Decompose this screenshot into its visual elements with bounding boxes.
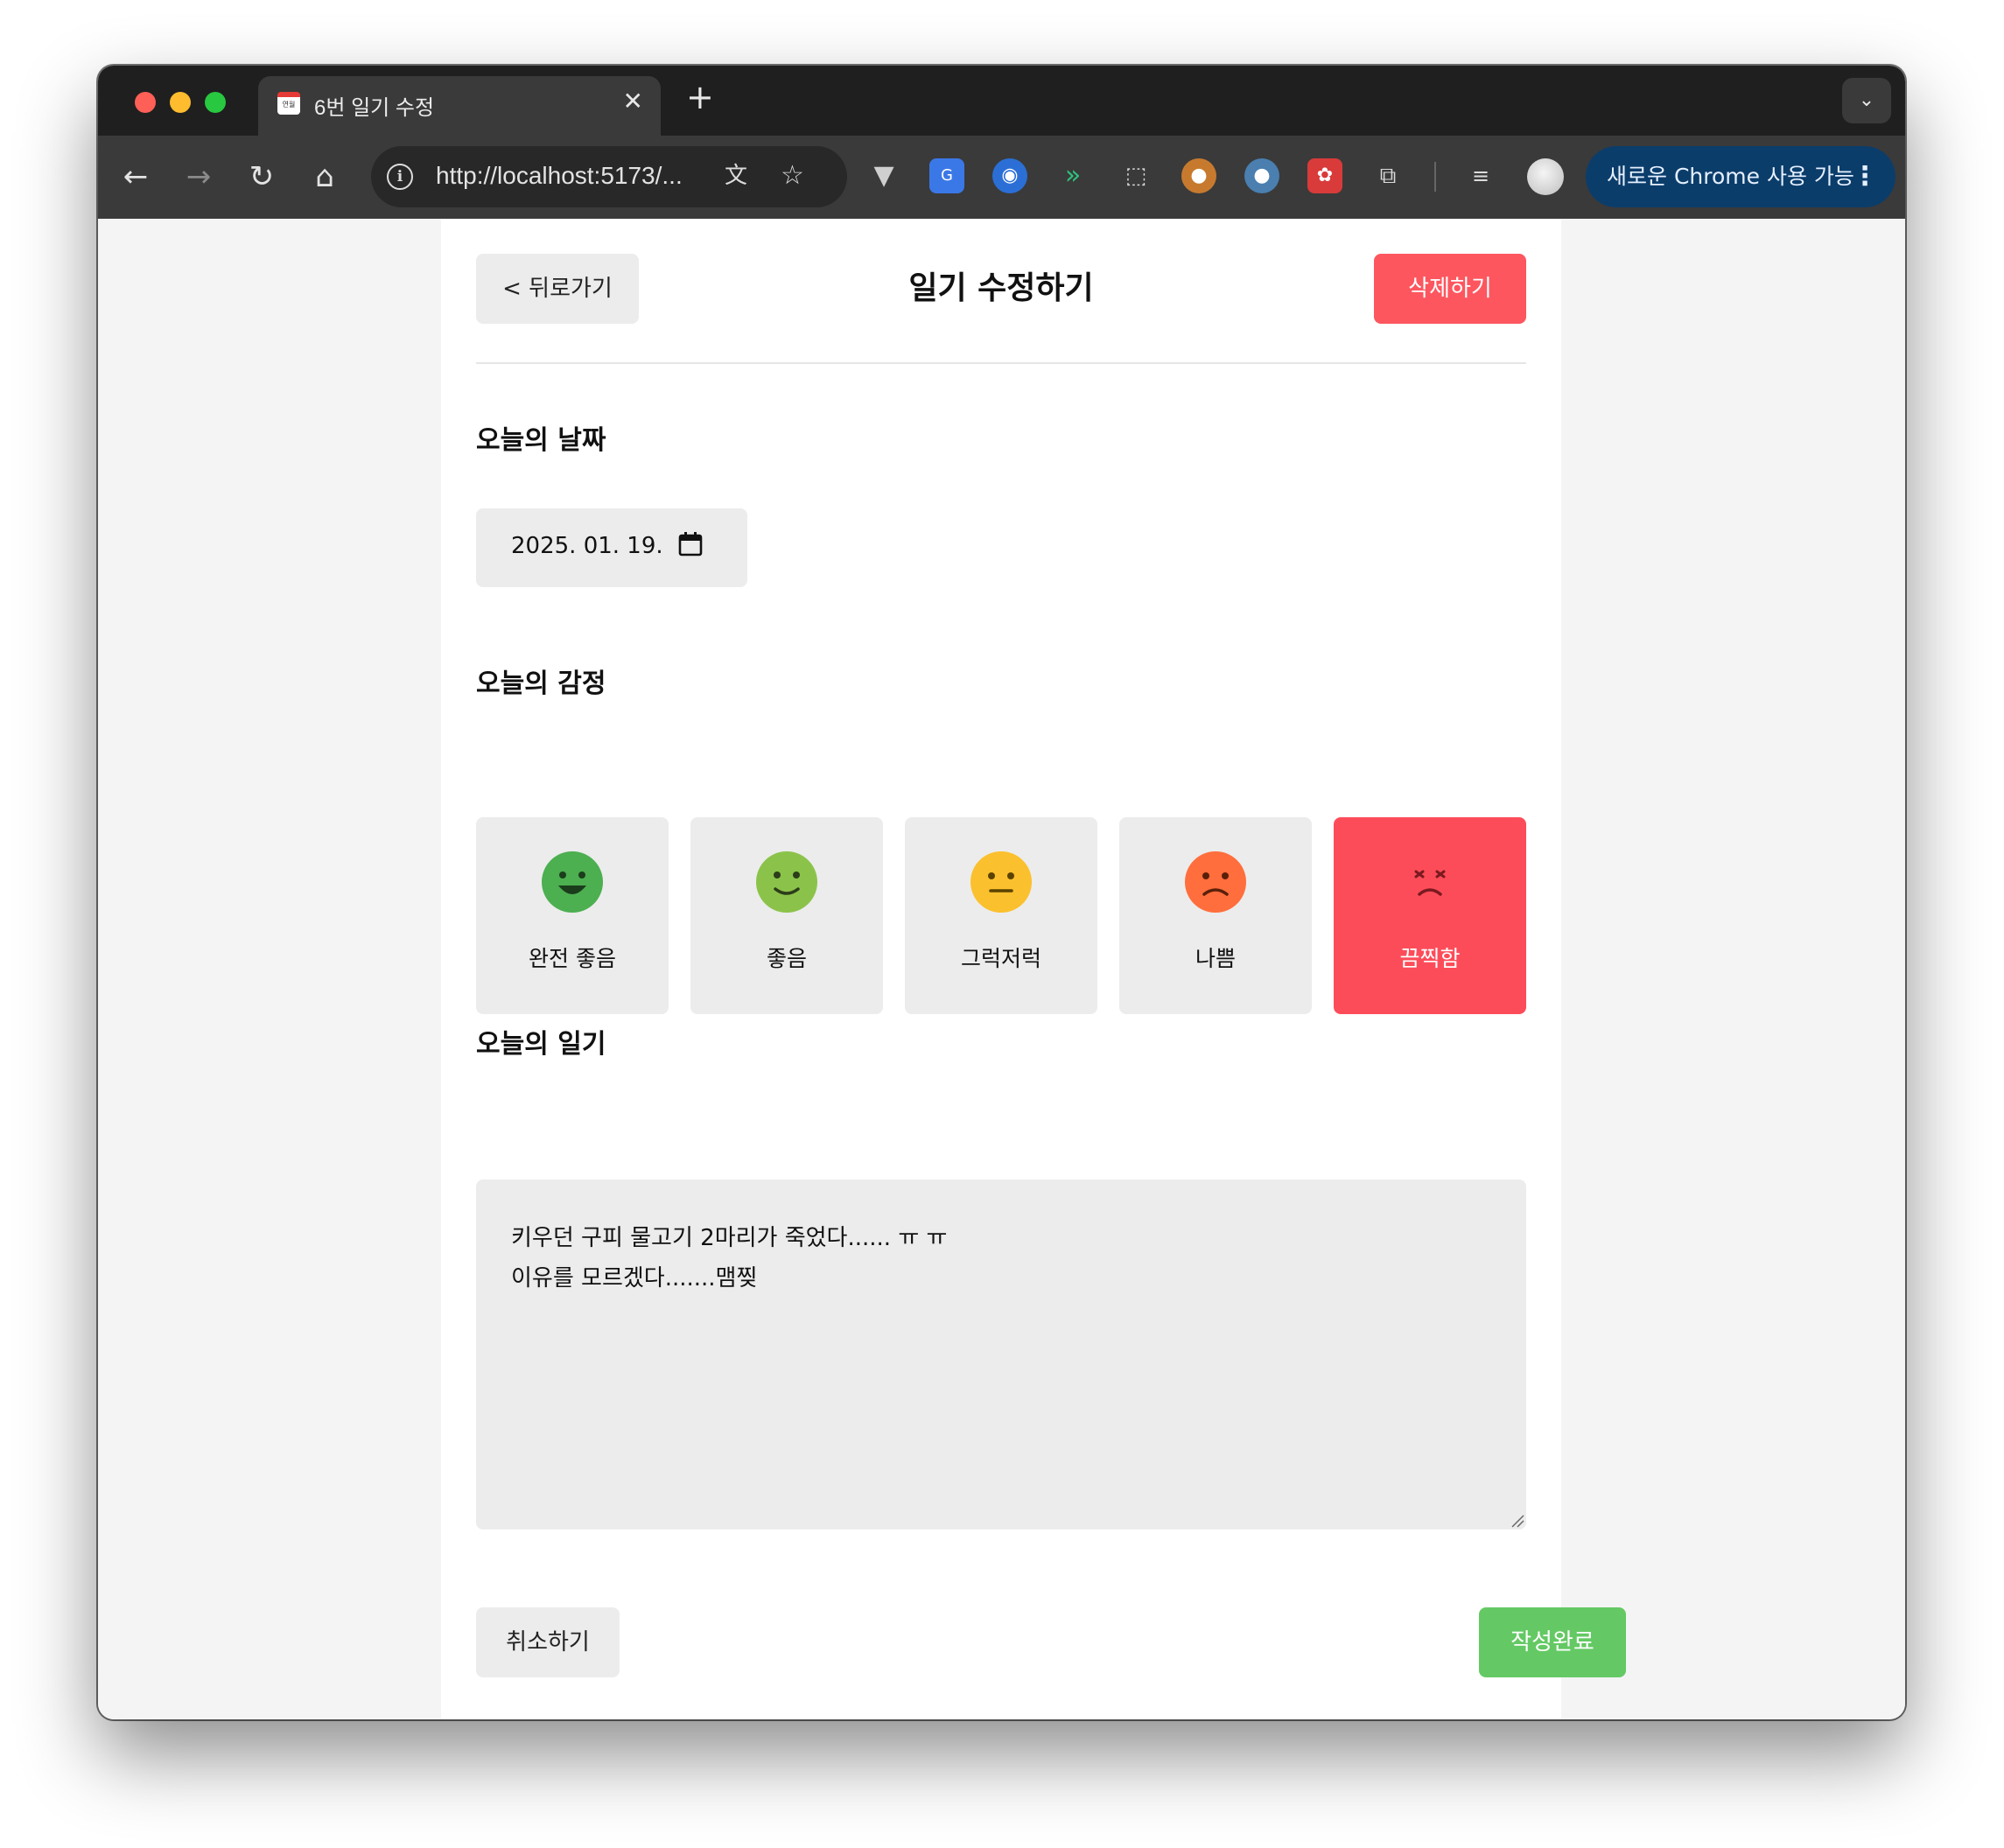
profile-avatar[interactable] — [1527, 158, 1564, 195]
forward-arrow-icon[interactable]: → — [177, 155, 221, 199]
calendar-favicon-icon: 연월 — [277, 92, 300, 115]
emotion-option-good[interactable]: 좋음 — [690, 817, 883, 1014]
emotion-option-bad[interactable]: 나쁨 — [1119, 817, 1312, 1014]
diary-app: < 뒤로가기 일기 수정하기 삭제하기 오늘의 날짜 2025. 01. 19.… — [441, 219, 1626, 1719]
tab-strip: 연월 6번 일기 수정 ✕ + ⌄ — [98, 66, 1905, 136]
emotion-section-title: 오늘의 감정 — [476, 668, 606, 699]
terrible-face-icon — [1399, 851, 1461, 913]
date-section-title: 오늘의 날짜 — [476, 425, 606, 456]
minimize-window-button[interactable] — [170, 92, 191, 113]
cancel-button[interactable]: 취소하기 — [476, 1607, 620, 1677]
neutral-face-icon — [970, 851, 1032, 913]
emotion-label: 그럭저럭 — [960, 946, 1041, 971]
new-tab-button[interactable]: + — [686, 80, 714, 115]
submit-button[interactable]: 작성완료 — [1479, 1607, 1626, 1677]
url-text: http://localhost:5173/... — [436, 162, 683, 189]
screenshot-extension-icon[interactable]: ⬚ — [1118, 158, 1153, 193]
date-input[interactable]: 2025. 01. 19. — [476, 508, 747, 587]
media-controls-icon[interactable]: ≡ — [1463, 158, 1498, 193]
delete-button[interactable]: 삭제하기 — [1374, 254, 1526, 324]
update-button-label: 새로운 Chrome 사용 가능 — [1607, 164, 1854, 189]
date-value: 2025. 01. 19. — [511, 533, 663, 559]
extensions-puzzle-icon[interactable]: ⧉ — [1370, 158, 1405, 193]
close-window-button[interactable] — [135, 92, 156, 113]
address-bar[interactable]: i http://localhost:5173/... 文 ☆ — [371, 146, 847, 207]
site-info-icon[interactable]: i — [387, 164, 413, 190]
emotion-option-terrible[interactable]: 끔찍함 — [1334, 817, 1526, 1014]
circle-extension-icon[interactable]: ◉ — [992, 158, 1027, 193]
maximize-window-button[interactable] — [205, 92, 226, 113]
browser-toolbar: ← → ↻ ⌂ i http://localhost:5173/... 文 ☆ … — [98, 136, 1905, 219]
very-happy-face-icon — [542, 851, 603, 913]
emotion-label: 완전 좋음 — [529, 946, 616, 971]
happy-face-icon — [756, 851, 817, 913]
emotion-label: 나쁨 — [1195, 946, 1236, 971]
sad-face-icon — [1185, 851, 1246, 913]
page-viewport: < 뒤로가기 일기 수정하기 삭제하기 오늘의 날짜 2025. 01. 19.… — [98, 219, 1905, 1719]
browser-window: 연월 6번 일기 수정 ✕ + ⌄ ← → ↻ ⌂ i http://local… — [98, 66, 1905, 1719]
emotion-option-very-good[interactable]: 완전 좋음 — [476, 817, 669, 1014]
page-header: < 뒤로가기 일기 수정하기 삭제하기 — [476, 219, 1526, 364]
diary-section-title: 오늘의 일기 — [476, 1029, 606, 1060]
emotion-label: 끔찍함 — [1399, 946, 1461, 971]
emotion-selector: 완전 좋음 좋음 그럭저럭 나쁨 끔찍함 — [476, 817, 1526, 1014]
owl-extension-icon[interactable]: ● — [1244, 158, 1279, 193]
calendar-icon[interactable] — [677, 531, 704, 557]
emotion-option-neutral[interactable]: 그럭저럭 — [905, 817, 1097, 1014]
kebab-menu-icon[interactable]: ⋮ — [1852, 146, 1878, 207]
browser-tab[interactable]: 연월 6번 일기 수정 ✕ — [258, 76, 661, 136]
toolbar-divider — [1434, 162, 1436, 192]
reload-icon[interactable]: ↻ — [240, 155, 284, 199]
double-chevron-extension-icon[interactable]: » — [1055, 158, 1090, 193]
chrome-update-button[interactable]: 새로운 Chrome 사용 가능 ⋮ — [1586, 146, 1895, 207]
translate-icon[interactable]: 文 — [725, 160, 747, 192]
page-title: 일기 수정하기 — [908, 270, 1094, 306]
textarea-resize-handle[interactable] — [1510, 1514, 1524, 1528]
paw-extension-icon[interactable]: ✿ — [1307, 158, 1342, 193]
tab-search-chevron-icon[interactable]: ⌄ — [1842, 78, 1891, 123]
vue-devtools-extension-icon[interactable]: ▼ — [866, 158, 901, 193]
diary-textarea[interactable]: 키우던 구피 물고기 2마리가 죽었다...... ㅠ ㅠ 이유를 모르겠다..… — [476, 1180, 1526, 1530]
burger-extension-icon[interactable]: ● — [1181, 158, 1216, 193]
tab-title: 6번 일기 수정 — [314, 96, 435, 120]
bookmark-star-icon[interactable]: ☆ — [781, 160, 804, 192]
back-arrow-icon[interactable]: ← — [114, 155, 158, 199]
home-icon[interactable]: ⌂ — [303, 155, 347, 199]
google-translate-extension-icon[interactable]: G — [929, 158, 964, 193]
emotion-label: 좋음 — [766, 946, 807, 971]
tab-close-icon[interactable]: ✕ — [623, 88, 643, 115]
